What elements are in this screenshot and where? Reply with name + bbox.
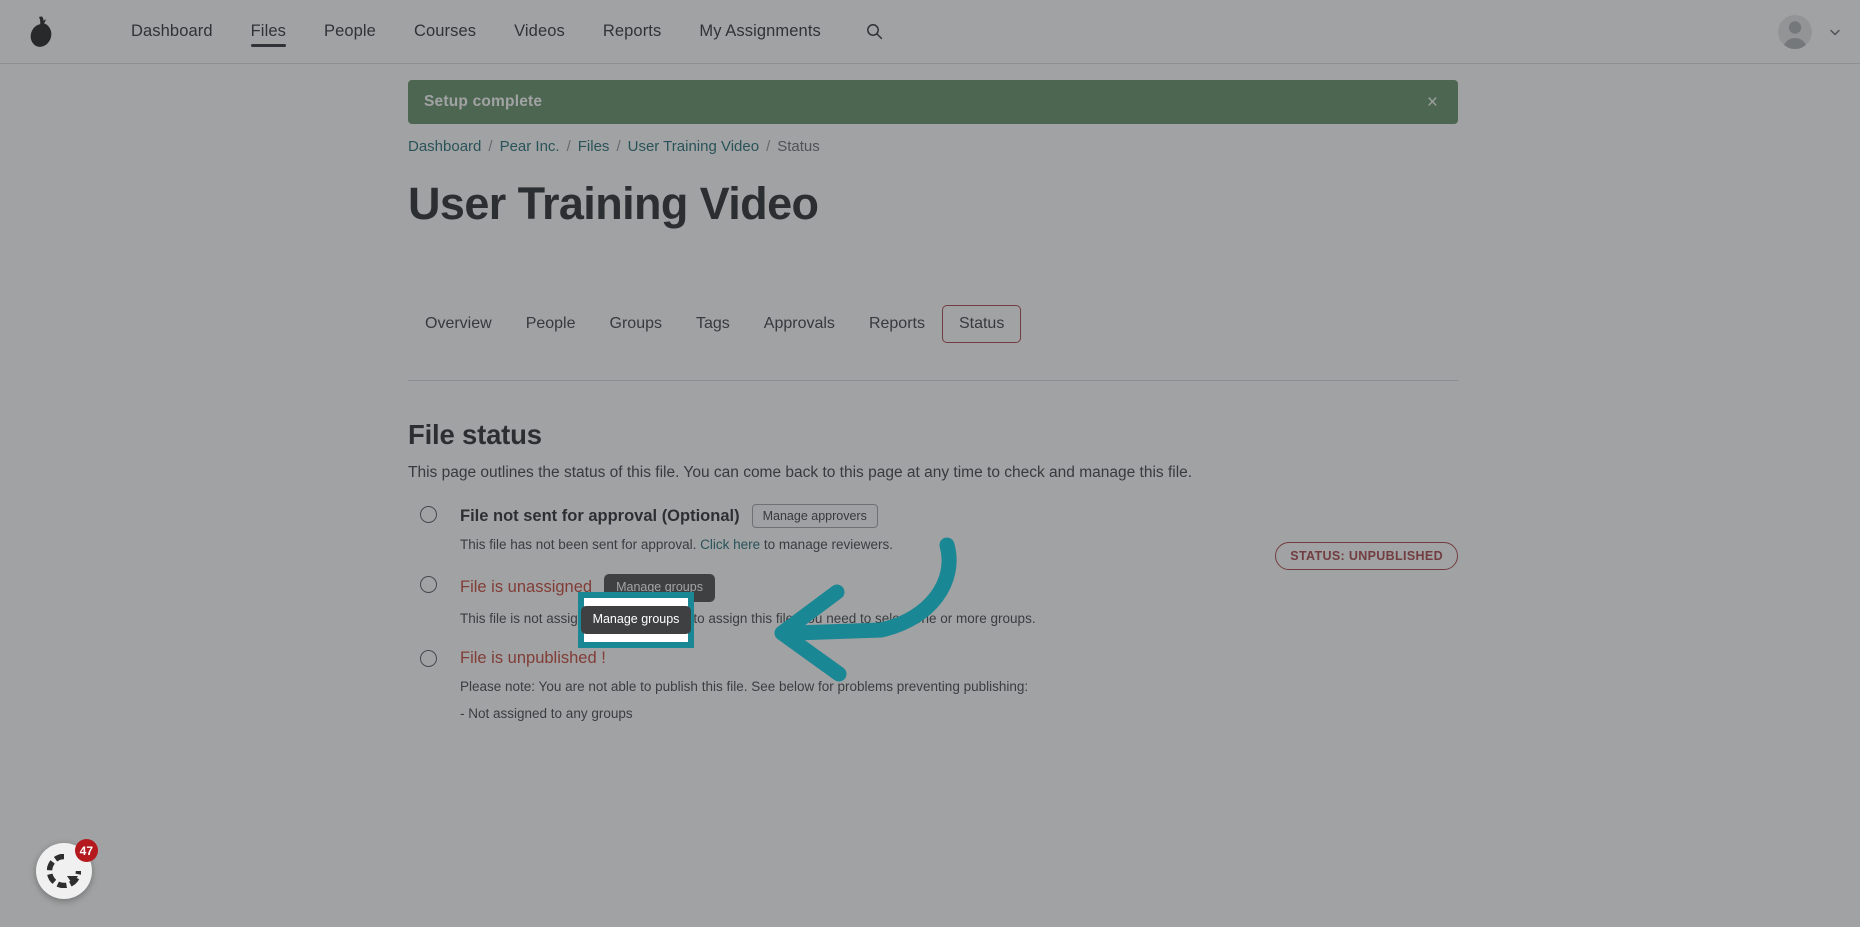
tab-approvals[interactable]: Approvals <box>747 305 852 343</box>
search-icon <box>867 24 883 40</box>
tab-status[interactable]: Status <box>941 305 1022 343</box>
alert-message: Setup complete <box>424 93 543 110</box>
tab-groups[interactable]: Groups <box>593 305 679 343</box>
status-step-unpublished: File is unpublished ! Please note: You a… <box>408 648 1458 721</box>
nav-label: My Assignments <box>699 22 821 40</box>
setup-complete-alert: Setup complete × <box>408 80 1458 124</box>
breadcrumb-separator: / <box>566 138 571 155</box>
close-icon[interactable]: × <box>1423 91 1442 114</box>
pear-logo-icon <box>30 16 52 47</box>
breadcrumb-item-dashboard[interactable]: Dashboard <box>408 138 481 155</box>
nav-label: Courses <box>413 22 477 40</box>
nav-item-people[interactable]: People <box>305 0 395 64</box>
user-avatar-icon[interactable] <box>1778 15 1812 49</box>
breadcrumb: Dashboard / Pear Inc. / Files / User Tra… <box>408 138 1458 155</box>
nav-item-dashboard[interactable]: Dashboard <box>112 0 232 64</box>
main-nav: Dashboard Files People Courses Videos Re… <box>112 0 892 64</box>
page-root: Dashboard Files People Courses Videos Re… <box>0 0 1860 927</box>
breadcrumb-item-status: Status <box>777 138 820 155</box>
tab-bar: Overview People Groups Tags Approvals Re… <box>408 304 1458 570</box>
step-title: File is unassigned <box>460 578 593 597</box>
tab-people[interactable]: People <box>509 305 593 343</box>
step-description: This file has not been sent for approval… <box>460 537 1458 552</box>
tab-tags[interactable]: Tags <box>679 305 747 343</box>
page-title: User Training Video <box>408 178 819 229</box>
nav-label: Videos <box>514 22 565 40</box>
step-title: File not sent for approval (Optional) <box>460 506 740 525</box>
breadcrumb-separator: / <box>616 138 621 155</box>
tour-highlight-box: Manage groups <box>578 592 694 648</box>
status-step-approval: File not sent for approval (Optional) Ma… <box>408 504 1458 552</box>
header-right-cluster <box>1778 0 1842 64</box>
chevron-down-icon[interactable] <box>1828 25 1842 39</box>
search-button[interactable] <box>858 15 892 49</box>
status-step-unassigned: File is unassigned Manage groups This fi… <box>408 574 1458 626</box>
step-description: Please note: You are not able to publish… <box>460 678 1029 694</box>
step-desc-prefix: This file has not been sent for approval… <box>460 537 701 552</box>
step-radio-icon[interactable] <box>420 576 437 593</box>
help-widget-icon <box>47 854 81 888</box>
step-radio-icon[interactable] <box>420 649 437 667</box>
help-widget-launcher[interactable]: 47 <box>36 839 98 899</box>
breadcrumb-item-files[interactable]: Files <box>578 138 610 155</box>
breadcrumb-item-user-training-video[interactable]: User Training Video <box>628 138 759 155</box>
tab-reports[interactable]: Reports <box>852 305 942 343</box>
page-content: Setup complete × Dashboard / Pear Inc. /… <box>0 64 1860 927</box>
status-step-list: File not sent for approval (Optional) Ma… <box>408 504 1458 743</box>
tour-manage-groups-button[interactable]: Manage groups <box>580 606 692 634</box>
breadcrumb-item-pear-inc[interactable]: Pear Inc. <box>500 138 560 155</box>
step-problem-item: - Not assigned to any groups <box>460 705 633 721</box>
nav-item-videos[interactable]: Videos <box>495 0 584 64</box>
nav-label: Reports <box>602 22 662 40</box>
click-here-link[interactable]: Click here <box>700 537 760 552</box>
nav-label: People <box>323 22 376 40</box>
nav-item-courses[interactable]: Courses <box>395 0 495 64</box>
step-header: File not sent for approval (Optional) Ma… <box>460 504 1458 528</box>
section-title: File status <box>408 419 542 450</box>
step-title: File is unpublished ! <box>460 649 606 668</box>
top-navigation-bar: Dashboard Files People Courses Videos Re… <box>0 0 1860 64</box>
step-radio-icon[interactable] <box>420 506 437 523</box>
nav-item-files[interactable]: Files <box>232 0 305 64</box>
breadcrumb-separator: / <box>488 138 493 155</box>
section-divider <box>408 380 1458 381</box>
nav-item-my-assignments[interactable]: My Assignments <box>680 0 840 64</box>
breadcrumb-separator: / <box>766 138 771 155</box>
nav-label: Files <box>250 22 286 40</box>
tab-overview[interactable]: Overview <box>408 305 509 343</box>
notification-badge: 47 <box>74 839 98 862</box>
app-logo[interactable] <box>12 15 72 49</box>
manage-approvers-button[interactable]: Manage approvers <box>751 504 878 528</box>
step-header: File is unpublished ! <box>460 648 1458 670</box>
section-description: This page outlines the status of this fi… <box>408 464 1193 481</box>
nav-label: Dashboard <box>131 22 213 40</box>
step-desc-suffix: to manage reviewers. <box>760 537 893 552</box>
nav-item-reports[interactable]: Reports <box>584 0 680 64</box>
